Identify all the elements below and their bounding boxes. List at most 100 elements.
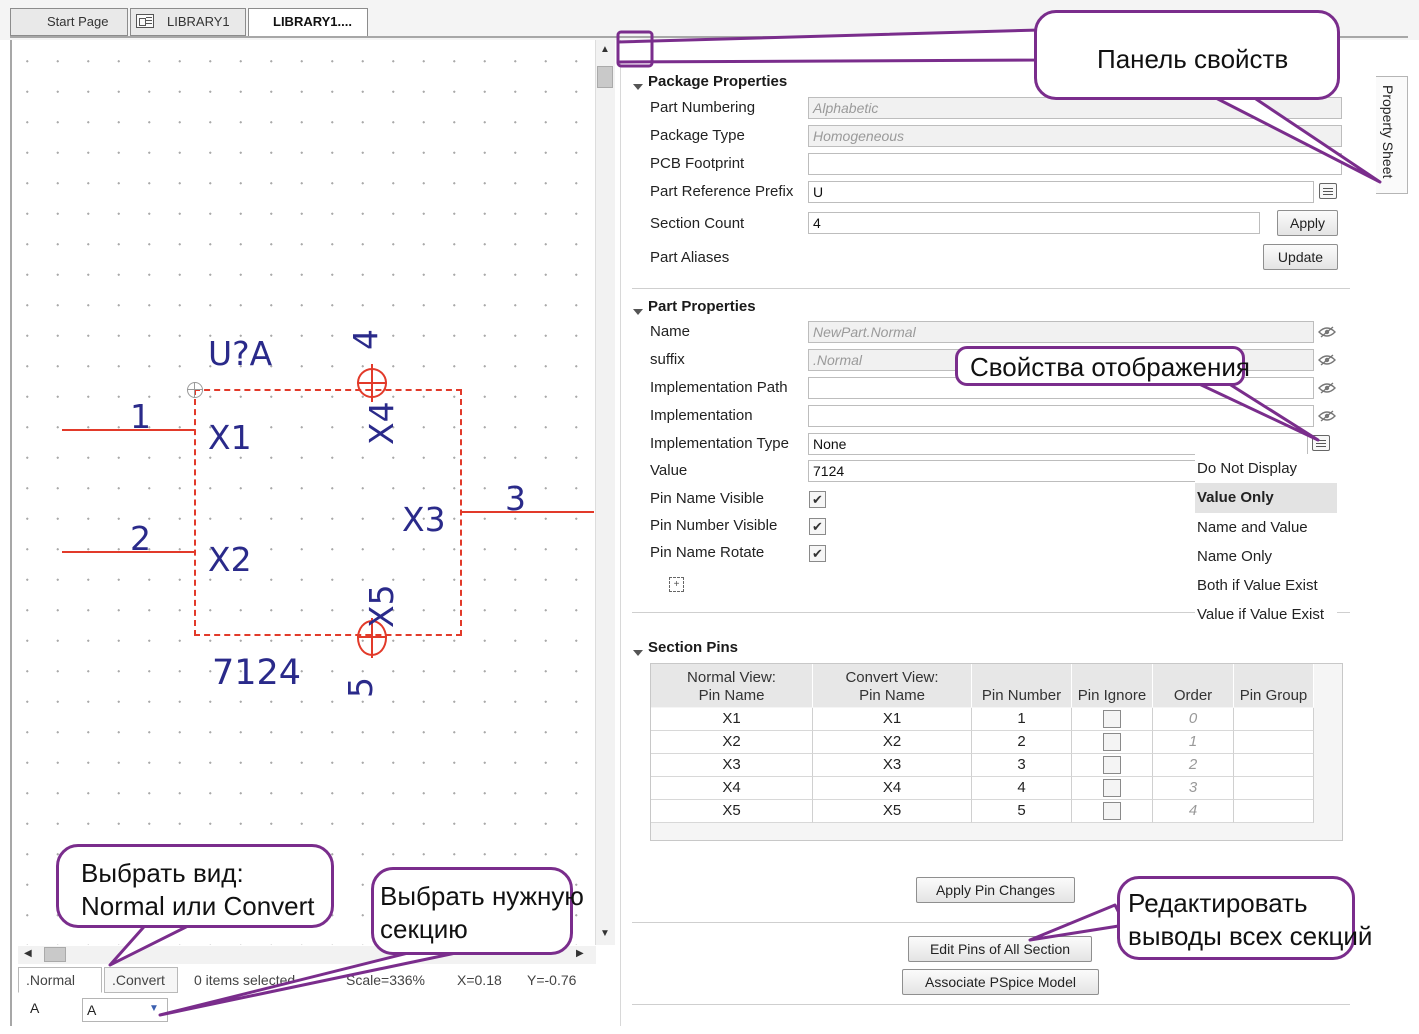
section-count-field[interactable]: 4	[808, 212, 1260, 234]
collapse-part-icon[interactable]	[633, 309, 643, 315]
display-props-icon[interactable]	[1319, 183, 1337, 199]
table-cell[interactable]: 2	[1153, 754, 1234, 777]
table-cell[interactable]: X5	[651, 800, 813, 823]
package-type-field[interactable]: Homogeneous	[808, 125, 1342, 147]
impl-label: Implementation	[650, 407, 753, 424]
pin-3-line[interactable]	[462, 511, 594, 513]
collapse-panel-icon[interactable]: ▶	[627, 40, 645, 58]
pin-1-line[interactable]	[62, 429, 195, 431]
table-cell[interactable]: 3	[1153, 777, 1234, 800]
apply-button[interactable]: Apply	[1277, 210, 1338, 236]
impl-field[interactable]	[808, 405, 1314, 427]
pin-ignore-checkbox[interactable]	[1103, 802, 1121, 820]
update-button[interactable]: Update	[1263, 244, 1338, 270]
table-cell[interactable]	[1234, 708, 1314, 731]
pcb-footprint-field[interactable]	[808, 153, 1342, 175]
table-cell[interactable]	[1072, 754, 1153, 777]
dropdown-option[interactable]: Value if Value Exist	[1195, 600, 1337, 629]
view-tab-convert[interactable]: .Convert	[104, 967, 178, 993]
pin-name-rotate-label: Pin Name Rotate	[650, 544, 765, 561]
display-props-icon[interactable]	[1312, 435, 1330, 451]
edit-pins-all-sections-button[interactable]: Edit Pins of All Section	[908, 936, 1092, 962]
name-field[interactable]: NewPart.Normal	[808, 321, 1314, 343]
dropdown-option[interactable]: Name and Value	[1195, 513, 1337, 542]
hidden-eye-icon[interactable]	[1318, 410, 1336, 422]
property-sheet-side-tab[interactable]: Property Sheet	[1376, 76, 1408, 194]
table-cell[interactable]: 1	[1153, 731, 1234, 754]
column-header[interactable]: Pin Group	[1234, 664, 1314, 707]
view-tab-normal[interactable]: .Normal	[18, 967, 102, 993]
table-cell[interactable]	[1234, 777, 1314, 800]
pin-number-visible-checkbox[interactable]: ✔	[809, 518, 826, 535]
table-cell[interactable]: 4	[972, 777, 1072, 800]
apply-pin-changes-button[interactable]: Apply Pin Changes	[916, 877, 1075, 903]
table-cell[interactable]	[1072, 800, 1153, 823]
table-cell[interactable]: X3	[651, 754, 813, 777]
tab-library1[interactable]: LIBRARY1	[130, 8, 246, 36]
hidden-eye-icon[interactable]	[1318, 326, 1336, 338]
part-numbering-field[interactable]: Alphabetic	[808, 97, 1342, 119]
part-value[interactable]: 7124	[212, 653, 301, 693]
table-cell[interactable]: 1	[972, 708, 1072, 731]
value-field[interactable]: 7124	[808, 460, 1198, 482]
table-cell[interactable]: 3	[972, 754, 1072, 777]
pin-name-rotate-checkbox[interactable]: ✔	[809, 545, 826, 562]
pin-2-line[interactable]	[62, 551, 195, 553]
table-cell[interactable]	[1072, 731, 1153, 754]
scroll-up-icon[interactable]: ▲	[600, 44, 610, 55]
column-header[interactable]: Pin Ignore	[1072, 664, 1153, 707]
column-header[interactable]: Order	[1153, 664, 1234, 707]
impl-type-field[interactable]: None	[808, 433, 1308, 455]
tab-library1-part[interactable]: LIBRARY1....	[248, 8, 368, 38]
collapse-section-pins-icon[interactable]	[633, 650, 643, 656]
table-cell[interactable]: 4	[1153, 800, 1234, 823]
table-cell[interactable]: X1	[651, 708, 813, 731]
pin-ignore-checkbox[interactable]	[1103, 710, 1121, 728]
hidden-eye-icon[interactable]	[1318, 382, 1336, 394]
table-cell[interactable]: X5	[813, 800, 972, 823]
scroll-thumb[interactable]	[597, 66, 613, 88]
table-cell[interactable]: X1	[813, 708, 972, 731]
pin-ignore-checkbox[interactable]	[1103, 733, 1121, 751]
table-cell[interactable]	[1072, 777, 1153, 800]
scroll-right-icon[interactable]: ▶	[576, 948, 584, 959]
pin-ignore-checkbox[interactable]	[1103, 779, 1121, 797]
scroll-down-icon[interactable]: ▼	[600, 928, 610, 939]
table-cell[interactable]: X2	[651, 731, 813, 754]
collapse-package-icon[interactable]	[633, 84, 643, 90]
section-select[interactable]: A ▼	[82, 998, 168, 1022]
dropdown-option-selected[interactable]: Value Only	[1195, 483, 1337, 513]
dropdown-option[interactable]: Both if Value Exist	[1195, 571, 1337, 600]
chevron-down-icon[interactable]: ▼	[149, 1003, 159, 1014]
tab-start-page[interactable]: Start Page	[10, 8, 128, 36]
table-cell[interactable]	[1234, 754, 1314, 777]
table-cell[interactable]	[1072, 708, 1153, 731]
dropdown-option[interactable]: Do Not Display	[1195, 454, 1337, 483]
pin-name-visible-checkbox[interactable]: ✔	[809, 491, 826, 508]
associate-pspice-button[interactable]: Associate PSpice Model	[902, 969, 1099, 995]
table-cell[interactable]	[1234, 731, 1314, 754]
table-cell[interactable]: 0	[1153, 708, 1234, 731]
expand-icon[interactable]: +	[669, 577, 684, 592]
table-cell[interactable]: X3	[813, 754, 972, 777]
column-header[interactable]: Normal View: Pin Name	[651, 664, 813, 707]
part-reference[interactable]: U?A	[208, 334, 272, 373]
scroll-left-icon[interactable]: ◀	[24, 948, 32, 959]
pin-ignore-checkbox[interactable]	[1103, 756, 1121, 774]
pin-4-number: 4	[346, 329, 385, 350]
table-cell[interactable]: 5	[972, 800, 1072, 823]
dropdown-option[interactable]: Name Only	[1195, 542, 1337, 571]
table-cell[interactable]	[1234, 800, 1314, 823]
prefix-field[interactable]: U	[808, 181, 1314, 203]
hidden-eye-icon[interactable]	[1318, 354, 1336, 366]
column-header[interactable]: Pin Number	[972, 664, 1072, 707]
pin-3-name: X3	[402, 500, 446, 539]
table-cell[interactable]: 2	[972, 731, 1072, 754]
canvas-vertical-scrollbar[interactable]: ▲ ▼	[595, 40, 615, 945]
column-header[interactable]: Convert View: Pin Name	[813, 664, 972, 707]
table-cell[interactable]: X4	[651, 777, 813, 800]
display-options-dropdown[interactable]: Do Not Display Value Only Name and Value…	[1195, 454, 1337, 630]
table-cell[interactable]: X4	[813, 777, 972, 800]
table-cell[interactable]: X2	[813, 731, 972, 754]
scroll-thumb-h[interactable]	[44, 947, 66, 962]
